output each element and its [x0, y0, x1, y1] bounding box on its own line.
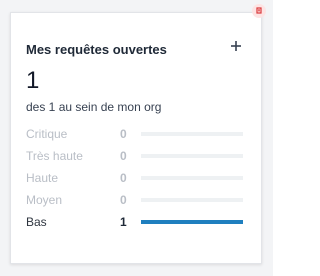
priority-label: Haute: [26, 171, 59, 185]
priority-bar-track: [141, 220, 243, 224]
widget-title: Mes requêtes ouvertes: [26, 42, 167, 57]
org-summary-text: des 1 au sein de mon org: [26, 100, 162, 114]
priority-label: Moyen: [26, 193, 63, 207]
priority-label: Très haute: [26, 149, 83, 163]
priority-count: 0: [120, 127, 127, 141]
priority-row-tres-haute[interactable]: Très haute 0: [26, 148, 244, 164]
alert-badge-glyph: [256, 7, 262, 14]
priority-count: 0: [120, 149, 127, 163]
priority-label: Bas: [26, 215, 47, 229]
priority-row-haute[interactable]: Haute 0: [26, 170, 244, 186]
priority-row-critique[interactable]: Critique 0: [26, 126, 244, 142]
priority-bar-track: [141, 154, 243, 158]
priority-bar-fill: [141, 220, 243, 224]
priority-count: 0: [120, 171, 127, 185]
priority-count: 0: [120, 193, 127, 207]
plus-icon: [231, 41, 241, 51]
priority-bar-track: [141, 198, 243, 202]
priority-bar-track: [141, 132, 243, 136]
priority-row-bas[interactable]: Bas 1: [26, 214, 244, 230]
add-request-button[interactable]: [228, 38, 244, 54]
alert-badge-icon[interactable]: [252, 4, 266, 18]
priority-label: Critique: [26, 127, 68, 141]
priority-bar-track: [141, 176, 243, 180]
open-requests-count[interactable]: 1: [26, 66, 39, 96]
priority-row-moyen[interactable]: Moyen 0: [26, 192, 244, 208]
priority-count: 1: [120, 215, 127, 229]
